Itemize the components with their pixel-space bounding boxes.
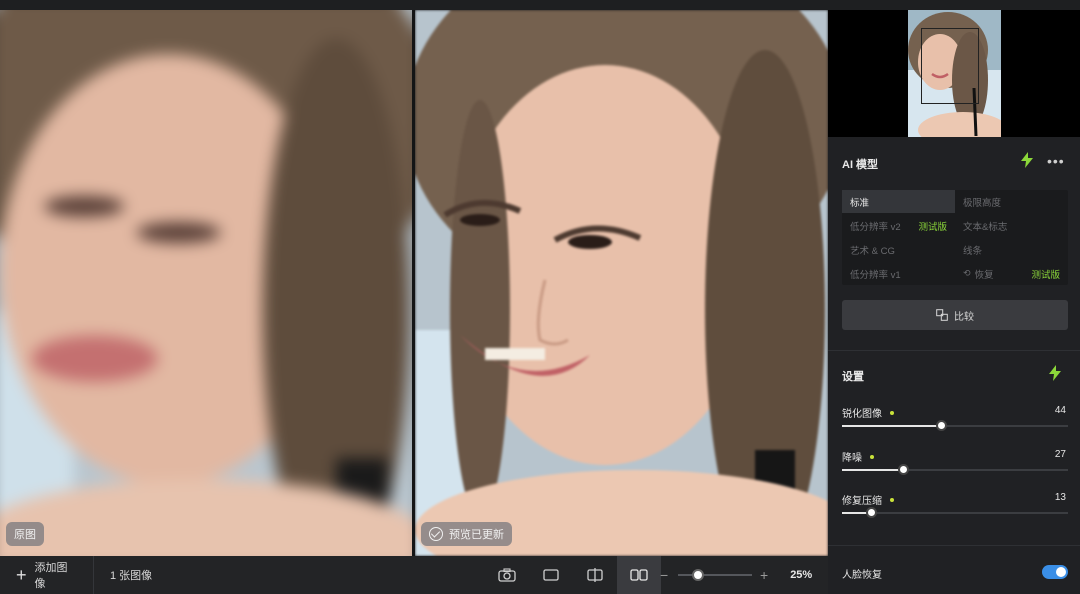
lightning-icon[interactable]	[1020, 152, 1034, 168]
bottom-toolbar: + 添加图像 1 张图像 − + 25%	[0, 556, 839, 594]
model-option-lowres-v1[interactable]: 低分辨率 v1	[842, 262, 955, 285]
more-options-icon[interactable]: •••	[1047, 153, 1065, 169]
add-image-button[interactable]: + 添加图像	[0, 556, 94, 594]
model-option-lines[interactable]: 线条	[955, 238, 1068, 261]
model-option-art-cg[interactable]: 艺术 & CG	[842, 238, 955, 261]
original-badge-label: 原图	[14, 529, 36, 541]
model-label: 文本&标志	[963, 221, 1008, 233]
sharpen-slider[interactable]	[842, 420, 1068, 431]
compare-label: 比较	[954, 311, 974, 323]
model-label: 极限高度	[963, 197, 1002, 209]
camera-icon	[498, 568, 516, 582]
status-dot	[870, 454, 874, 459]
beta-badge: 测试版	[1031, 269, 1060, 281]
beta-badge: 测试版	[918, 221, 947, 233]
split-view-button[interactable]	[573, 556, 617, 594]
compare-icon	[936, 309, 948, 321]
zoom-out-icon[interactable]: −	[660, 567, 670, 583]
zoom-control: − + 25% ⌄	[660, 556, 839, 594]
settings-sidebar: AI 模型 ••• 标准 极限高度 低分辨率 v2 测试版 文本&标志 艺术 &…	[828, 10, 1080, 594]
model-label: 低分辨率 v2	[850, 221, 901, 233]
sharpen-label: 锐化图像	[842, 405, 1068, 420]
model-option-text-logo[interactable]: 文本&标志	[955, 214, 1068, 237]
model-option-recovery[interactable]: ⟲ 恢复 测试版	[955, 262, 1068, 285]
slider-fill	[842, 425, 942, 427]
snapshot-button[interactable]	[485, 556, 529, 594]
model-option-standard[interactable]: 标准	[842, 190, 955, 213]
enhanced-preview-pane[interactable]: 预览已更新	[415, 10, 828, 556]
image-count: 1 张图像	[110, 570, 153, 582]
slider-label-text: 锐化图像	[842, 409, 882, 420]
navigator-viewport-rect[interactable]	[921, 28, 979, 104]
add-image-label: 添加图像	[34, 562, 68, 590]
zoom-slider-knob[interactable]	[692, 569, 704, 581]
original-badge: 原图	[6, 522, 44, 546]
zoom-in-icon[interactable]: +	[760, 567, 768, 583]
fix-compression-slider-row: 修复压缩 13	[842, 492, 1068, 518]
fix-compression-slider[interactable]	[842, 507, 1068, 518]
ai-model-grid: 标准 极限高度 低分辨率 v2 测试版 文本&标志 艺术 & CG 线条 低分辨…	[842, 190, 1068, 285]
fix-compression-value: 13	[1054, 492, 1066, 503]
navigator-thumbnail[interactable]	[908, 10, 1001, 137]
enhanced-photo	[415, 10, 828, 556]
slider-fill	[842, 469, 904, 471]
side-by-side-view-button[interactable]	[617, 556, 661, 594]
check-circle-icon	[429, 527, 443, 541]
zoom-slider[interactable]	[678, 569, 752, 581]
slider-knob[interactable]	[898, 464, 910, 475]
model-option-extreme[interactable]: 极限高度	[955, 190, 1068, 213]
plus-icon: +	[16, 565, 27, 585]
denoise-label: 降噪	[842, 449, 1068, 464]
slider-knob[interactable]	[936, 420, 948, 431]
preview-updated-label: 预览已更新	[449, 529, 504, 541]
status-dot	[890, 497, 894, 502]
view-tools	[485, 556, 661, 594]
single-view-icon	[543, 569, 559, 581]
section-divider	[828, 545, 1080, 546]
fix-compression-label: 修复压缩	[842, 492, 1068, 507]
face-recovery-label: 人脸恢复	[842, 570, 882, 581]
zoom-value[interactable]: 25%	[790, 569, 812, 581]
denoise-value: 27	[1054, 449, 1066, 460]
single-view-button[interactable]	[529, 556, 573, 594]
side-by-side-icon	[630, 569, 648, 581]
settings-title: 设置	[842, 371, 864, 383]
slider-label-text: 降噪	[842, 453, 862, 464]
model-label: 恢复	[974, 269, 994, 281]
sharpen-slider-row: 锐化图像 44	[842, 405, 1068, 431]
original-photo	[0, 10, 412, 556]
slider-knob[interactable]	[866, 507, 878, 518]
section-divider	[828, 350, 1080, 351]
model-label: 低分辨率 v1	[850, 269, 901, 281]
model-label: 艺术 & CG	[850, 245, 895, 257]
compare-button[interactable]: 比较	[842, 300, 1068, 330]
denoise-slider[interactable]	[842, 464, 1068, 475]
recovery-icon: ⟲	[963, 268, 971, 278]
preview-updated-badge: 预览已更新	[421, 522, 512, 546]
model-label: 标准	[850, 197, 870, 209]
slider-label-text: 修复压缩	[842, 496, 882, 507]
split-view-icon	[587, 568, 603, 582]
original-preview-pane[interactable]: 原图	[0, 10, 412, 556]
top-strip	[0, 0, 1080, 10]
model-label: 线条	[963, 245, 983, 257]
ai-model-title: AI 模型	[842, 159, 879, 171]
navigator-panel	[828, 10, 1080, 137]
sharpen-value: 44	[1054, 405, 1066, 416]
lightning-icon[interactable]	[1048, 365, 1062, 381]
model-option-lowres-v2[interactable]: 低分辨率 v2 测试版	[842, 214, 955, 237]
status-dot	[890, 410, 894, 415]
face-recovery-toggle[interactable]	[1042, 565, 1068, 579]
denoise-slider-row: 降噪 27	[842, 449, 1068, 475]
